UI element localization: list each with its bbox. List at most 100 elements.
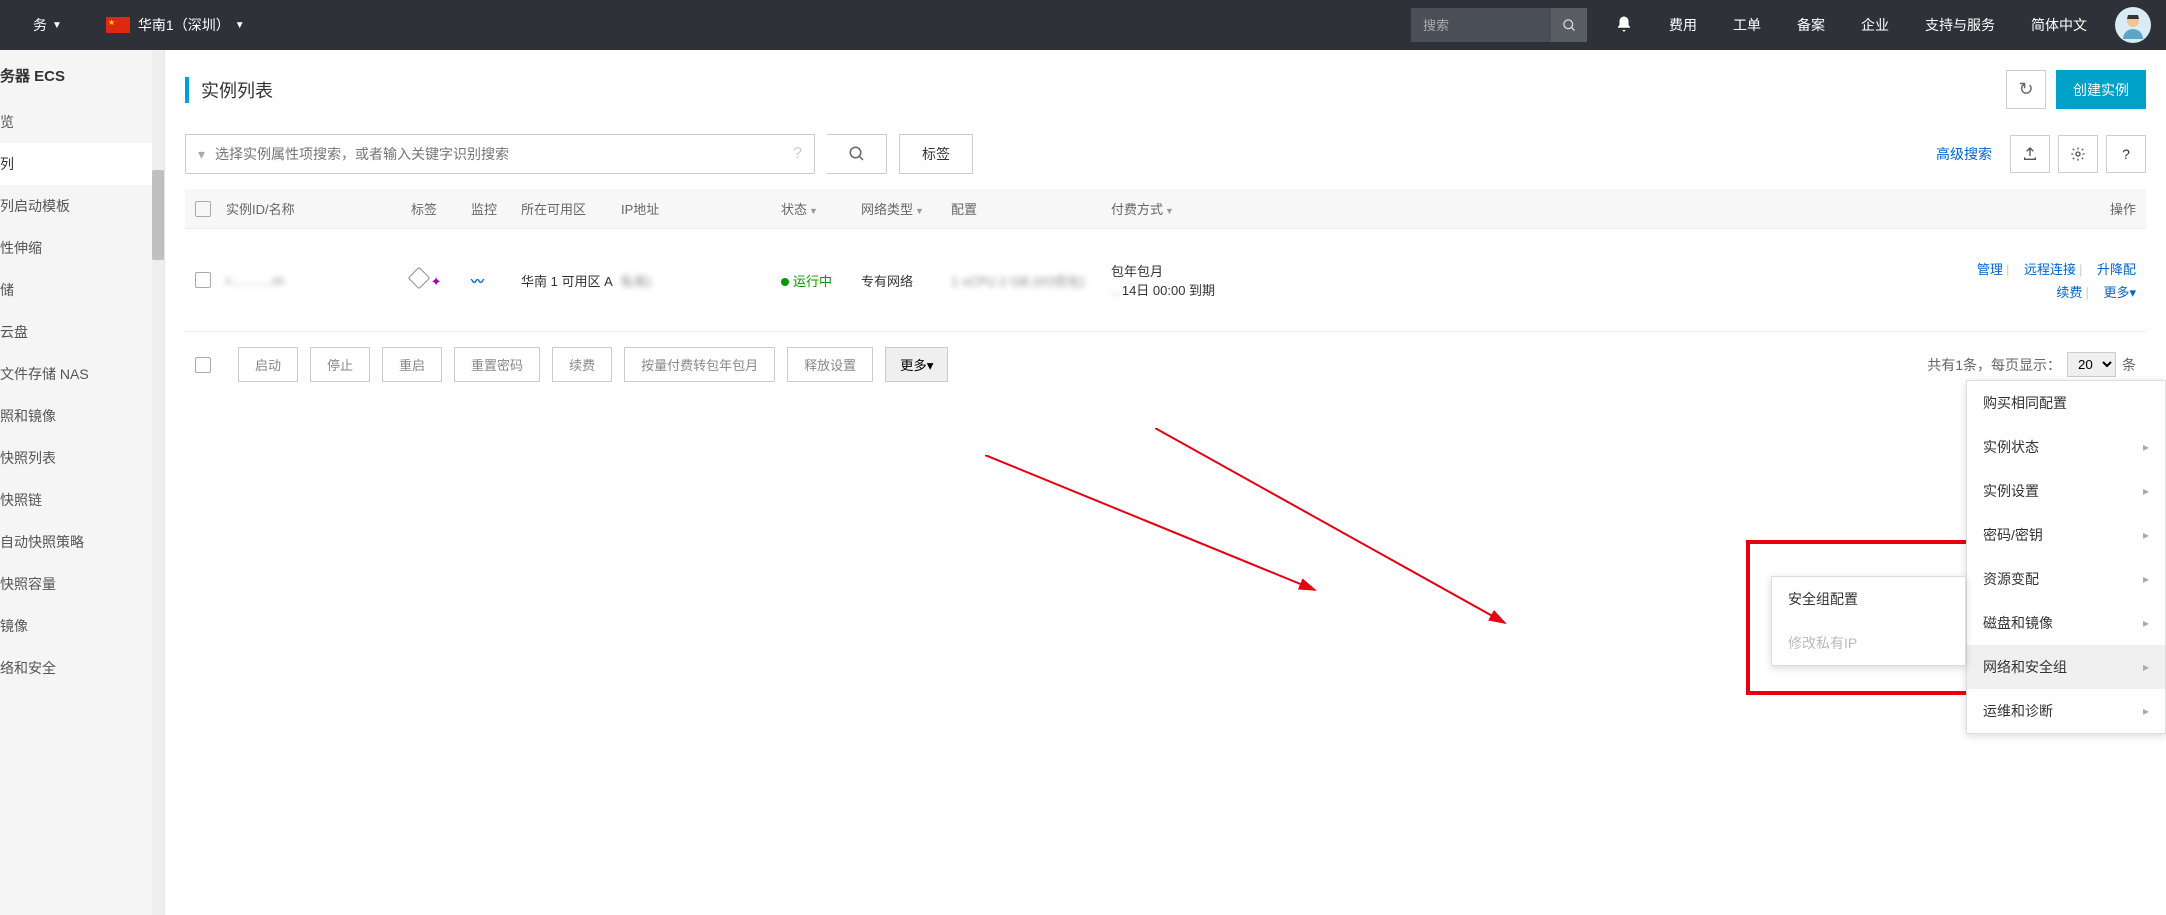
action-manage[interactable]: 管理 xyxy=(1977,262,2003,277)
bulk-restart-button[interactable]: 重启 xyxy=(382,347,442,382)
nav-support[interactable]: 支持与服务 xyxy=(1907,0,2013,50)
chevron-right-icon: ▸ xyxy=(2143,528,2149,542)
sort-icon: ▼ xyxy=(809,206,818,216)
sort-icon: ▼ xyxy=(915,206,924,216)
sidebar-item-snapshot-list[interactable]: 快照列表 xyxy=(0,437,164,479)
menu-buy-same[interactable]: 购买相同配置 xyxy=(1967,381,2165,425)
action-more[interactable]: 更多▾ xyxy=(2103,285,2136,300)
payment-cell: 包年包月 ...14日 00:00 到期 xyxy=(1111,261,1311,299)
bell-icon xyxy=(1615,15,1633,33)
bulk-convert-button[interactable]: 按量付费转包年包月 xyxy=(624,347,775,382)
chevron-right-icon: ▸ xyxy=(2143,484,2149,498)
action-remote[interactable]: 远程连接 xyxy=(2024,262,2076,277)
bulk-release-button[interactable]: 释放设置 xyxy=(787,347,873,382)
monitoring-icon[interactable]: 〰 xyxy=(471,274,484,289)
sidebar-item-network-security[interactable]: 络和安全 xyxy=(0,647,164,689)
global-search-button[interactable] xyxy=(1551,8,1587,42)
nav-region-selector[interactable]: 华南1（深圳） ▼ xyxy=(88,0,263,50)
sidebar-item-storage[interactable]: 储 xyxy=(0,269,164,311)
sidebar-item-disk[interactable]: 云盘 xyxy=(0,311,164,353)
sidebar-item-nas[interactable]: 文件存储 NAS xyxy=(0,353,164,395)
help-button[interactable]: ? xyxy=(2106,135,2146,173)
sidebar-item-launch-templates[interactable]: 列启动模板 xyxy=(0,185,164,227)
bulk-renew-button[interactable]: 续费 xyxy=(552,347,612,382)
search-icon xyxy=(848,145,866,163)
submenu-security-group[interactable]: 安全组配置 xyxy=(1772,577,1965,621)
menu-ops-diagnosis[interactable]: 运维和诊断▸ xyxy=(1967,689,2165,733)
advanced-search-link[interactable]: 高级搜索 xyxy=(1936,144,1992,164)
notifications-button[interactable] xyxy=(1597,15,1651,36)
nav-enterprise[interactable]: 企业 xyxy=(1843,0,1907,50)
pagination-text: 共有1条，每页显示： xyxy=(1927,355,2061,375)
bulk-resetpw-button[interactable]: 重置密码 xyxy=(454,347,540,382)
bulk-stop-button[interactable]: 停止 xyxy=(310,347,370,382)
menu-disk-image[interactable]: 磁盘和镜像▸ xyxy=(1967,601,2165,645)
sidebar-item-instances[interactable]: 列 xyxy=(0,143,164,185)
search-icon xyxy=(1562,18,1577,33)
action-updown[interactable]: 升降配 xyxy=(2097,262,2136,277)
sidebar-item-overview[interactable]: 览 xyxy=(0,101,164,143)
refresh-icon xyxy=(2018,79,2033,100)
chevron-right-icon: ▸ xyxy=(2143,616,2149,630)
sidebar-item-snapshot-capacity[interactable]: 快照容量 xyxy=(0,563,164,605)
sidebar: 务器 ECS 览 列 列启动模板 性伸缩 储 云盘 文件存储 NAS 照和镜像 … xyxy=(0,50,165,915)
table-row: i-...........m ✦ 〰 华南 1 可用区 A 私有) 运行中 专有… xyxy=(185,229,2146,332)
bulk-select-checkbox[interactable] xyxy=(195,357,211,373)
create-instance-button[interactable]: 创建实例 xyxy=(2056,70,2146,109)
page-title: 实例列表 xyxy=(185,77,273,103)
menu-instance-settings[interactable]: 实例设置▸ xyxy=(1967,469,2165,513)
help-icon[interactable]: ? xyxy=(793,145,802,163)
bulk-action-bar: 启动 停止 重启 重置密码 续费 按量付费转包年包月 释放设置 更多▾ 共有1条… xyxy=(185,332,2146,397)
question-icon: ? xyxy=(2122,146,2130,162)
attribute-search-input[interactable] xyxy=(215,146,793,162)
global-search xyxy=(1411,8,1587,42)
per-page-select[interactable]: 20 xyxy=(2067,352,2116,377)
sidebar-item-snapshot-chain[interactable]: 快照链 xyxy=(0,479,164,521)
nav-billing[interactable]: 费用 xyxy=(1651,0,1715,50)
refresh-button[interactable] xyxy=(2006,70,2046,109)
col-id: 实例ID/名称 xyxy=(226,199,411,218)
menu-instance-status[interactable]: 实例状态▸ xyxy=(1967,425,2165,469)
chevron-down-icon: ▼ xyxy=(235,20,245,31)
chevron-down-icon: ▼ xyxy=(52,20,62,31)
nav-tickets[interactable]: 工单 xyxy=(1715,0,1779,50)
col-zone: 所在可用区 xyxy=(521,199,621,218)
select-all-checkbox[interactable] xyxy=(195,201,211,217)
instance-id[interactable]: i-...........m xyxy=(226,273,284,288)
action-renew[interactable]: 续费 xyxy=(2056,285,2082,300)
tag-filter-button[interactable]: 标签 xyxy=(899,134,973,174)
col-pay[interactable]: 付费方式▼ xyxy=(1111,199,1311,218)
user-avatar[interactable] xyxy=(2115,7,2151,43)
nav-services-dropdown[interactable]: 务▼ xyxy=(15,0,80,50)
bulk-start-button[interactable]: 启动 xyxy=(238,347,298,382)
table-header: 实例ID/名称 标签 监控 所在可用区 IP地址 状态▼ 网络类型▼ 配置 付费… xyxy=(185,189,2146,229)
ip-cell: 私有) xyxy=(621,274,651,289)
attribute-search-box: ▾ ? xyxy=(185,134,815,174)
pagination: 共有1条，每页显示： 20 条 xyxy=(1927,352,2136,377)
settings-button[interactable] xyxy=(2058,135,2098,173)
global-search-input[interactable] xyxy=(1411,18,1551,33)
sidebar-item-images[interactable]: 镜像 xyxy=(0,605,164,647)
menu-password-key[interactable]: 密码/密钥▸ xyxy=(1967,513,2165,557)
bulk-more-button[interactable]: 更多▾ xyxy=(885,347,948,382)
sidebar-item-snapshots-images[interactable]: 照和镜像 xyxy=(0,395,164,437)
nav-icp[interactable]: 备案 xyxy=(1779,0,1843,50)
search-button[interactable] xyxy=(827,134,887,174)
sidebar-item-auto-snapshot[interactable]: 自动快照策略 xyxy=(0,521,164,563)
row-checkbox[interactable] xyxy=(195,272,211,288)
nav-language[interactable]: 简体中文 xyxy=(2013,0,2105,50)
col-ip: IP地址 xyxy=(621,199,781,218)
sidebar-scrollbar[interactable] xyxy=(152,50,164,915)
sidebar-item-autoscaling[interactable]: 性伸缩 xyxy=(0,227,164,269)
col-status[interactable]: 状态▼ xyxy=(781,199,861,218)
tag-icon[interactable] xyxy=(408,267,431,290)
gear-icon xyxy=(2070,146,2086,162)
col-op: 操作 xyxy=(2110,199,2146,218)
chevron-down-icon[interactable]: ▾ xyxy=(198,146,205,163)
export-button[interactable] xyxy=(2010,135,2050,173)
menu-network-security[interactable]: 网络和安全组▸ xyxy=(1967,645,2165,689)
menu-resource-change[interactable]: 资源变配▸ xyxy=(1967,557,2165,601)
sidebar-title: 务器 ECS xyxy=(0,50,164,101)
annotation-arrow-2 xyxy=(1155,428,1525,638)
col-net[interactable]: 网络类型▼ xyxy=(861,199,951,218)
